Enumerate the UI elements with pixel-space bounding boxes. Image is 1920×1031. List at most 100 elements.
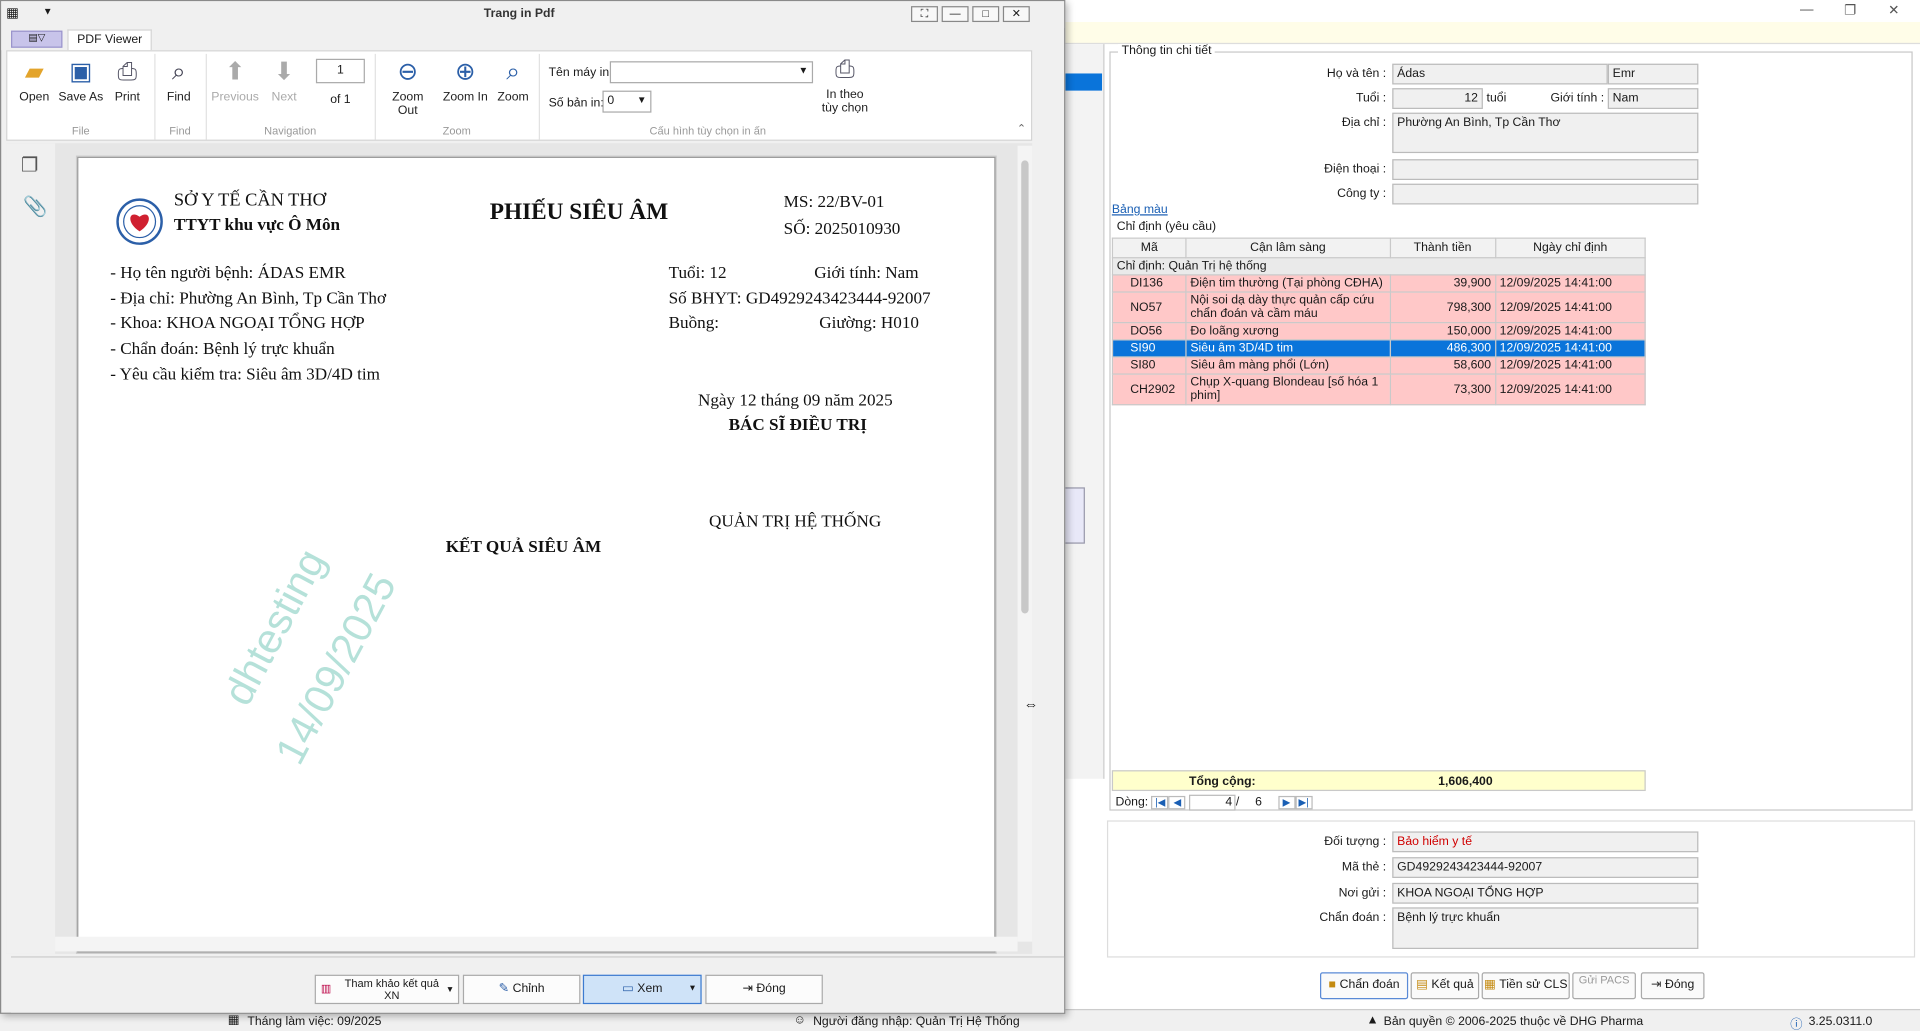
- dong-label: Dòng:: [1115, 795, 1149, 810]
- pdf-viewer-area[interactable]: ❐ 📎 SỞ Y TẾ CẦN THƠ TTYT khu vực Ô Môn P…: [6, 143, 1033, 954]
- collapse-ribbon-icon[interactable]: ⌃: [1017, 122, 1026, 135]
- cell-ma[interactable]: SI80: [1111, 356, 1187, 375]
- col-ngay[interactable]: Ngày chỉ định: [1494, 237, 1646, 259]
- cell-tien[interactable]: 73,300: [1389, 373, 1496, 406]
- gui-pacs-button[interactable]: Gửi PACS: [1572, 972, 1636, 1000]
- table-row[interactable]: CH2902 Chụp X-quang Blondeau [số hóa 1 ph…: [1111, 373, 1646, 406]
- cell-tien[interactable]: 798,300: [1389, 291, 1496, 324]
- cell-ngay[interactable]: 12/09/2025 14:41:00: [1494, 373, 1646, 406]
- cell-tien[interactable]: 150,000: [1389, 322, 1496, 341]
- cell-ngay[interactable]: 12/09/2025 14:41:00: [1494, 291, 1646, 324]
- close-icon[interactable]: ✕: [1888, 2, 1899, 19]
- fullscreen-icon[interactable]: ⛶: [911, 6, 938, 23]
- first-icon[interactable]: |◀: [1151, 795, 1169, 810]
- chi-dinh-table[interactable]: Mã Cận lâm sàng Thành tiền Ngày chỉ định…: [1111, 237, 1646, 406]
- noi-gui-field[interactable]: KHOA NGOẠI TỔNG HỢP: [1392, 882, 1699, 904]
- chan-doan-field[interactable]: Bệnh lý trực khuẩn: [1392, 907, 1699, 949]
- find-button[interactable]: ⌕ Find: [159, 56, 198, 104]
- vertical-scrollbar[interactable]: [1017, 145, 1033, 942]
- open-button[interactable]: ▰ Open: [12, 56, 56, 104]
- in-theo-tuy-chon-button[interactable]: ⎙ In theo tùy chọn: [820, 54, 869, 115]
- horizontal-scrollbar[interactable]: [55, 936, 1018, 952]
- group-row[interactable]: Chỉ định: Quản Trị hệ thống: [1111, 257, 1646, 276]
- previous-button[interactable]: ⬆ Previous: [211, 56, 260, 104]
- left-list-panel[interactable]: [1035, 44, 1105, 779]
- print-button[interactable]: ⎙ Print: [108, 56, 147, 104]
- next-icon[interactable]: ▶: [1277, 795, 1296, 810]
- zoom-out-button[interactable]: ⊖ Zoom Out: [382, 56, 433, 118]
- restore-icon[interactable]: ❐: [1844, 2, 1856, 19]
- next-button[interactable]: ⬇ Next: [262, 56, 306, 104]
- ho-field[interactable]: Ádas: [1392, 63, 1608, 85]
- table-row[interactable]: NO57 Nội soi dạ dày thực quản cấp cứu chẩ…: [1111, 291, 1646, 324]
- minimize-icon[interactable]: —: [1800, 2, 1813, 17]
- zoom-button[interactable]: ⌕ Zoom: [495, 56, 532, 104]
- bang-mau-link[interactable]: Bảng màu: [1112, 203, 1168, 216]
- cell-ma[interactable]: DI136: [1111, 274, 1187, 293]
- table-row[interactable]: SI90 Siêu âm 3D/4D tim 486,300 12/09/2025 1…: [1111, 339, 1646, 358]
- col-tien[interactable]: Thành tiền: [1389, 237, 1496, 259]
- dong-button[interactable]: ⇥ Đóng: [705, 974, 823, 1005]
- doc-ms: MS: 22/BV-01: [783, 193, 885, 212]
- cell-cls[interactable]: Đo loãng xương: [1185, 322, 1391, 341]
- ket-qua-button[interactable]: ▤ Kết quả: [1410, 972, 1480, 1000]
- doc-ttyt: TTYT khu vực Ô Môn: [173, 216, 341, 236]
- table-row[interactable]: DO56 Đo loãng xương 150,000 12/09/2025 14:4…: [1111, 322, 1646, 341]
- minimize-icon[interactable]: —: [941, 6, 969, 23]
- cell-tien[interactable]: 58,600: [1389, 356, 1496, 375]
- cell-ma[interactable]: NO57: [1111, 291, 1187, 324]
- cell-ma[interactable]: CH2902: [1111, 373, 1187, 406]
- tuoi-field[interactable]: 12: [1392, 88, 1483, 109]
- cell-tien[interactable]: 486,300: [1389, 339, 1496, 358]
- doc-buong: Buồng:: [668, 314, 720, 334]
- pdf-window: ▦ ▼ Trang in Pdf ⛶ — □ ✕ ▤▽ PDF Viewer ▰…: [0, 0, 1066, 1014]
- dong-main-button[interactable]: ⇥ Đóng: [1640, 972, 1705, 1000]
- pdf-window-title: Trang in Pdf: [483, 7, 555, 21]
- detail-title: Thông tin chi tiết: [1117, 44, 1216, 58]
- chinh-button[interactable]: ✎ Chỉnh: [462, 974, 581, 1005]
- table-row[interactable]: SI80 Siêu âm màng phổi (Lớn) 58,600 12/09/2…: [1111, 356, 1646, 375]
- ma-the-field[interactable]: GD4929243423444-92007: [1392, 857, 1699, 878]
- tham-khao-button[interactable]: ▥ Tham khảo kết quả XN ▼: [314, 974, 460, 1005]
- app-menu-icon[interactable]: ▤▽: [11, 30, 63, 48]
- doi-tuong-field[interactable]: Bảo hiểm y tế: [1392, 831, 1699, 853]
- printer-select[interactable]: ▼: [609, 61, 814, 84]
- cell-ma[interactable]: DO56: [1111, 322, 1187, 341]
- xem-button[interactable]: ▭ Xem ▼: [582, 974, 702, 1005]
- page-number-input[interactable]: 1: [315, 58, 365, 84]
- last-icon[interactable]: ▶|: [1295, 795, 1313, 810]
- col-ma[interactable]: Mã: [1111, 237, 1187, 259]
- cell-cls[interactable]: Nội soi dạ dày thực quản cấp cứu chẩn đo…: [1185, 291, 1391, 324]
- ten-field[interactable]: Emr: [1607, 63, 1699, 85]
- cong-ty-field[interactable]: [1392, 183, 1699, 205]
- maximize-icon[interactable]: □: [972, 6, 1000, 23]
- cell-ngay[interactable]: 12/09/2025 14:41:00: [1494, 339, 1646, 358]
- tab-pdf-viewer[interactable]: PDF Viewer: [67, 29, 153, 51]
- save-as-button[interactable]: ▣ Save As: [56, 56, 105, 104]
- attachment-icon[interactable]: 📎: [23, 195, 47, 219]
- table-row[interactable]: DI136 Điện tim thường (Tại phòng CĐHA) 39,…: [1111, 274, 1646, 293]
- close-icon[interactable]: ✕: [1002, 6, 1030, 23]
- page-thumbnails-icon[interactable]: ❐: [21, 153, 39, 177]
- dien-thoai-field[interactable]: [1392, 159, 1699, 181]
- tien-su-button[interactable]: ▦ Tiền sử CLS: [1481, 972, 1570, 1000]
- cell-cls[interactable]: Siêu âm màng phổi (Lớn): [1185, 356, 1391, 375]
- chan-doan-button[interactable]: ■ Chẩn đoán: [1320, 972, 1409, 1000]
- dong-current[interactable]: 4: [1189, 794, 1236, 811]
- cell-ma[interactable]: SI90: [1111, 339, 1187, 358]
- cell-ngay[interactable]: 12/09/2025 14:41:00: [1494, 356, 1646, 375]
- cell-cls[interactable]: Chụp X-quang Blondeau [số hóa 1 phim]: [1185, 373, 1391, 406]
- cell-ngay[interactable]: 12/09/2025 14:41:00: [1494, 322, 1646, 341]
- cell-ngay[interactable]: 12/09/2025 14:41:00: [1494, 274, 1646, 293]
- cell-cls[interactable]: Siêu âm 3D/4D tim: [1185, 339, 1391, 358]
- dia-chi-field[interactable]: Phường An Bình, Tp Cần Thơ: [1392, 112, 1699, 154]
- diagnose-icon: ■: [1328, 978, 1336, 992]
- tuoi-unit: tuổi: [1486, 91, 1507, 106]
- col-cls[interactable]: Cận lâm sàng: [1185, 237, 1391, 259]
- gioi-tinh-field[interactable]: Nam: [1607, 88, 1699, 109]
- cell-cls[interactable]: Điện tim thường (Tại phòng CĐHA): [1185, 274, 1391, 293]
- zoom-in-button[interactable]: ⊕ Zoom In: [441, 56, 490, 104]
- cell-tien[interactable]: 39,900: [1389, 274, 1496, 293]
- prev-icon[interactable]: ◀: [1168, 795, 1186, 810]
- copies-select[interactable]: 0 ▼: [602, 90, 652, 113]
